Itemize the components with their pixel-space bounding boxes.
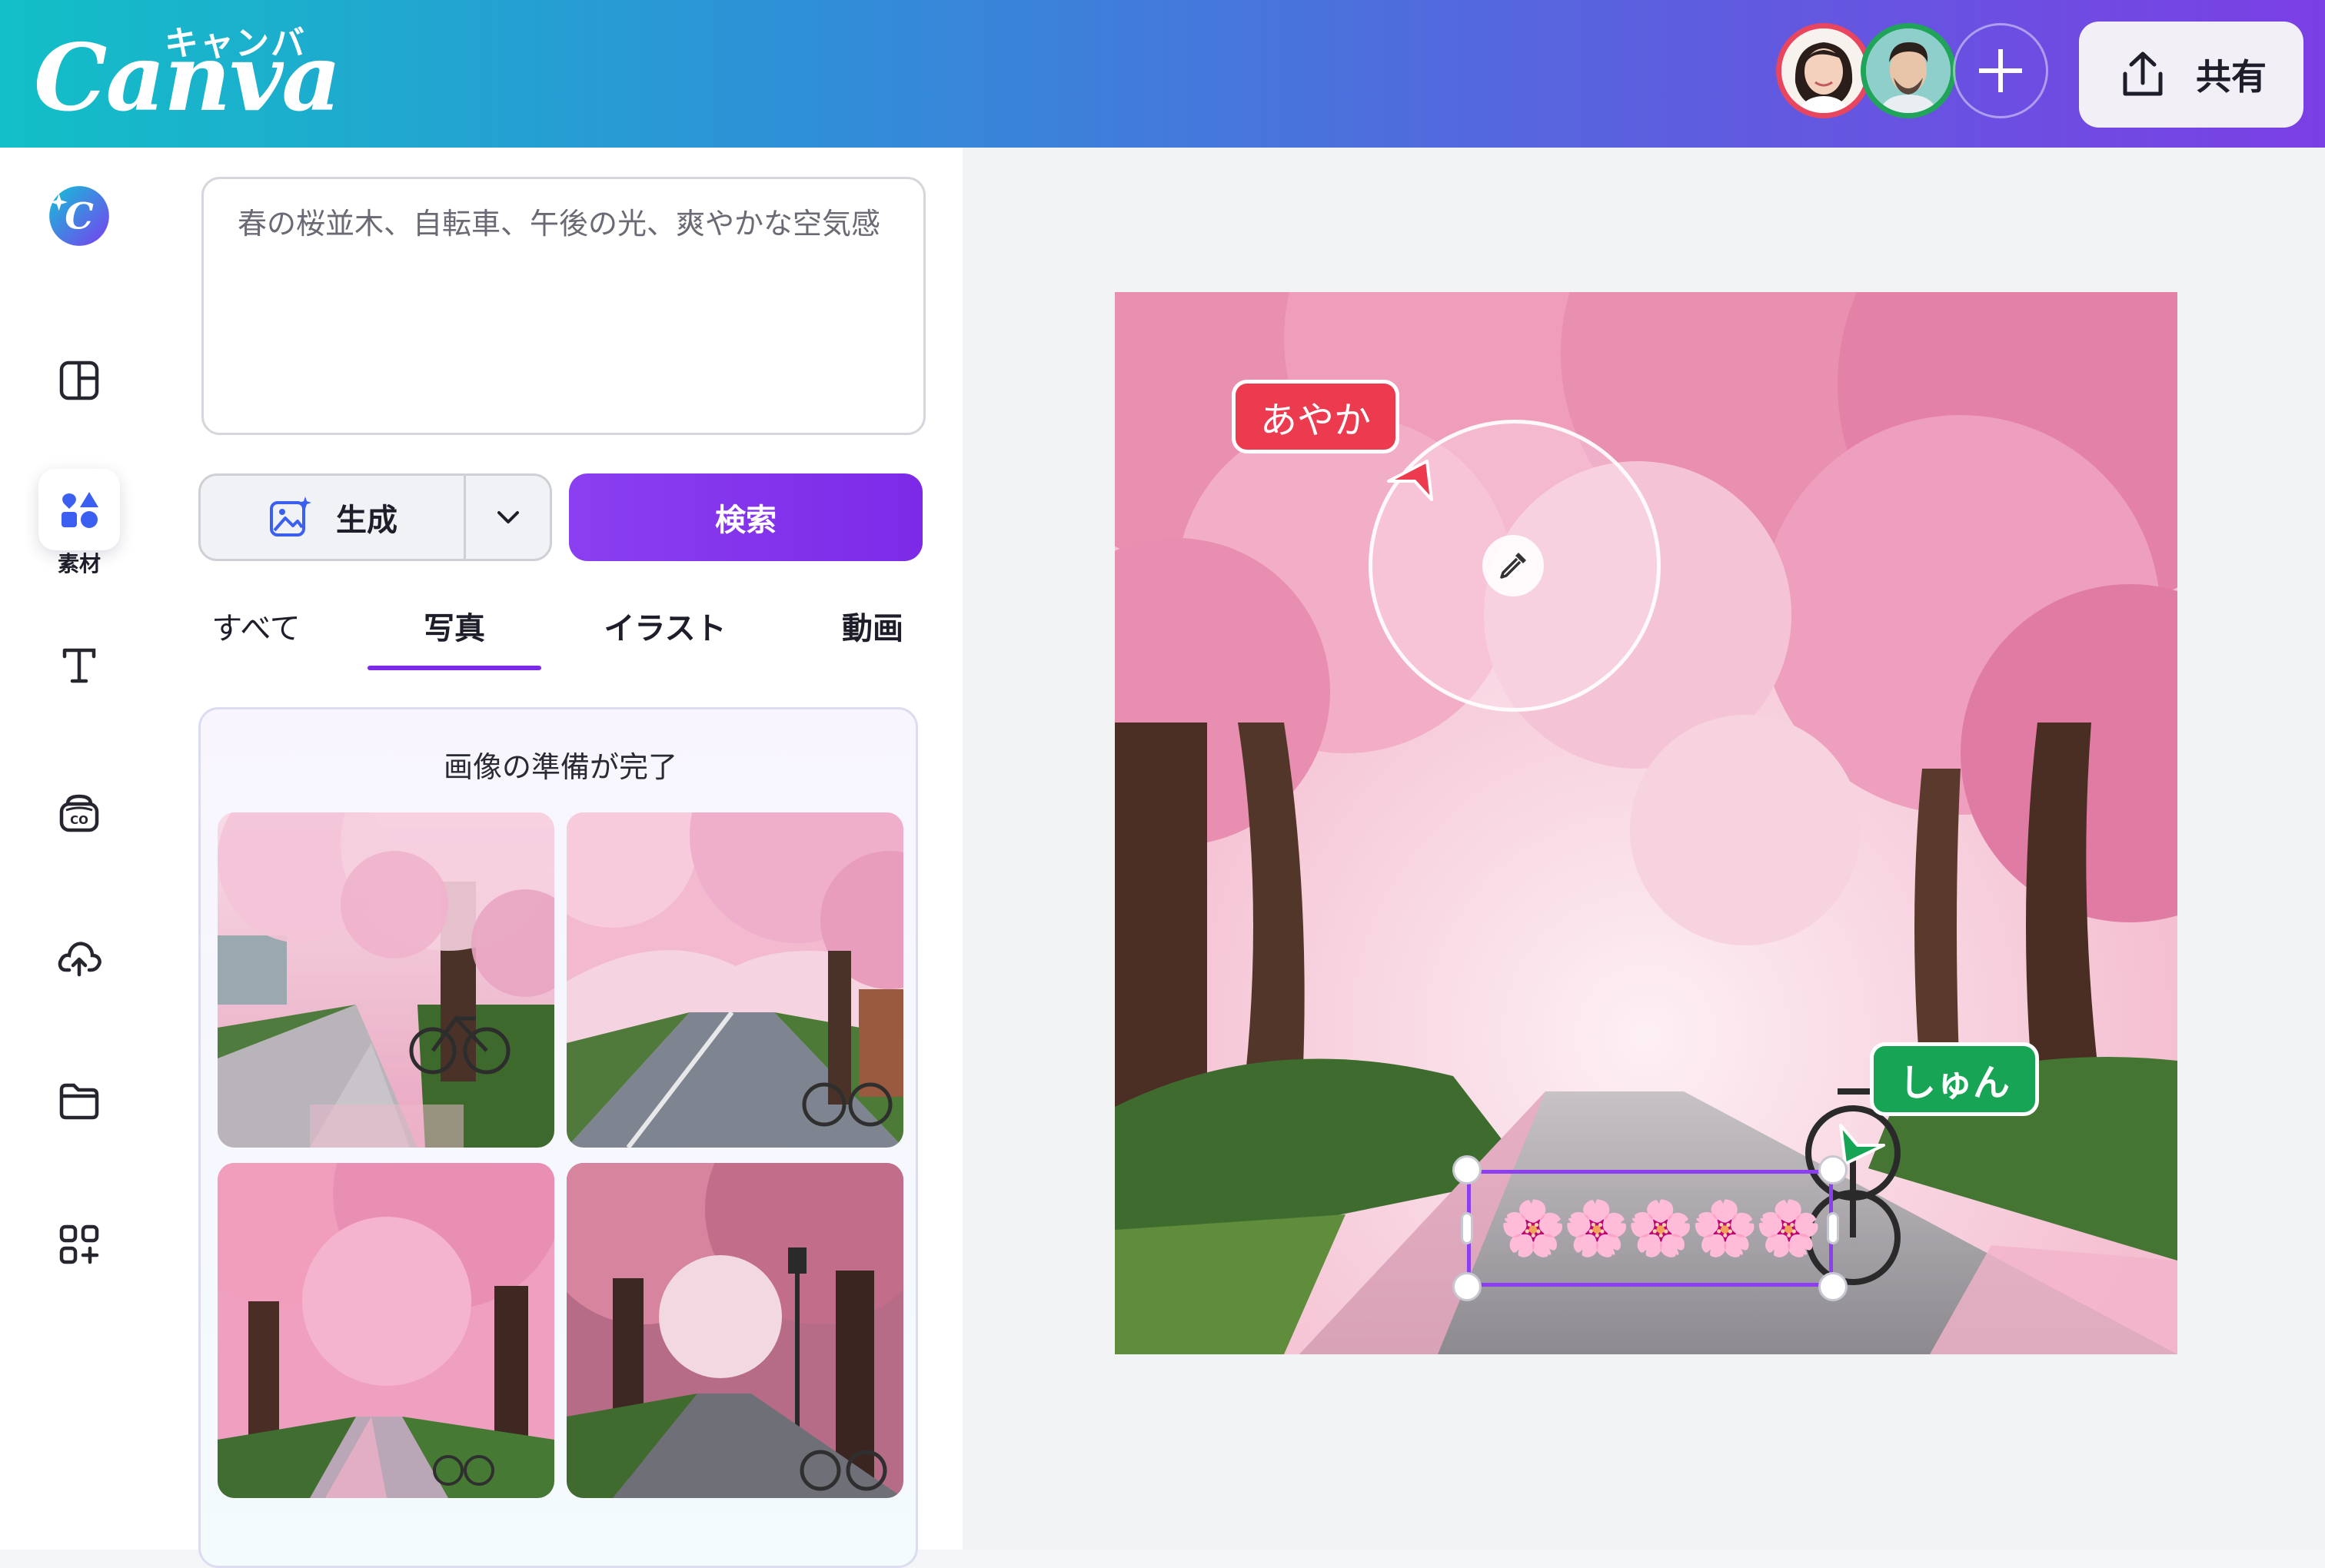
chevron-down-icon <box>497 511 519 523</box>
result-image-2[interactable] <box>567 812 903 1148</box>
rail-elements[interactable] <box>29 460 129 560</box>
collaborator-cursor-label-shun: しゅん <box>1870 1042 2039 1116</box>
generate-options-dropdown[interactable] <box>466 476 550 559</box>
text-t-icon <box>62 648 96 683</box>
logo-wordmark: Canva <box>34 24 341 132</box>
woman-avatar-icon <box>1781 28 1866 113</box>
brand-kit-icon: CO <box>59 794 99 832</box>
resize-handle-bottom-right[interactable] <box>1818 1272 1848 1301</box>
search-button[interactable]: 検索 <box>569 473 923 561</box>
share-button[interactable]: 共有 <box>2079 22 2303 128</box>
tab-illustrations[interactable]: イラスト <box>592 603 738 649</box>
tab-all[interactable]: すべて <box>198 603 314 649</box>
rail-uploads[interactable] <box>29 907 129 1007</box>
rail-elements-label: 素材 <box>57 551 101 576</box>
share-upload-icon <box>2123 51 2163 96</box>
svg-text:C: C <box>65 196 94 238</box>
apps-grid-icon <box>59 1224 99 1264</box>
folder-icon <box>59 1083 99 1120</box>
resize-handle-bottom-left[interactable] <box>1452 1272 1482 1301</box>
rail-brand[interactable]: CO <box>29 762 129 862</box>
man-avatar-icon <box>1866 28 1951 113</box>
generated-results-card: 画像の準備が完了 <box>198 707 918 1568</box>
resize-handle-right[interactable] <box>1827 1212 1839 1244</box>
resize-handle-top-left[interactable] <box>1452 1155 1482 1184</box>
layout-panel-icon <box>59 360 99 400</box>
generate-split-button: 生成 <box>198 473 552 561</box>
rail-projects[interactable] <box>29 1051 129 1151</box>
collaborator-avatar-ayaka[interactable] <box>1776 23 1871 118</box>
rail-text[interactable] <box>29 615 129 715</box>
active-tab-indicator <box>368 666 541 670</box>
eyedropper-icon <box>1482 535 1544 596</box>
cherry-blossom-photo-2 <box>567 812 903 1148</box>
left-rail: C 素材 CO <box>0 148 158 1550</box>
cherry-blossom-photo-1 <box>218 812 554 1148</box>
prompt-input[interactable]: 春の桜並木、自転車、午後の光、爽やかな空気感 <box>201 177 926 435</box>
resize-handle-left[interactable] <box>1461 1212 1473 1244</box>
add-collaborator-button[interactable] <box>1953 23 2048 118</box>
cursor-arrow-ayaka-icon <box>1387 460 1433 501</box>
tab-videos[interactable]: 動画 <box>830 603 915 649</box>
resize-handle-top-right[interactable] <box>1818 1155 1848 1184</box>
selected-blossom-text[interactable]: 🌸🌸🌸🌸🌸 <box>1499 1190 1822 1267</box>
elements-shapes-icon <box>62 492 98 528</box>
cloud-upload-icon <box>58 942 101 977</box>
rail-canva-ai[interactable]: C <box>29 166 129 266</box>
top-bar: キャンバ Canva 共有 <box>0 0 2325 148</box>
results-title: 画像の準備が完了 <box>443 750 677 784</box>
result-image-1[interactable] <box>218 812 554 1148</box>
svg-text:CO: CO <box>70 813 88 827</box>
canva-ai-icon: C <box>49 186 109 246</box>
canva-logo[interactable]: キャンバ Canva <box>34 15 341 131</box>
tab-photos[interactable]: 写真 <box>368 603 541 649</box>
cherry-blossom-photo-3 <box>218 1163 554 1498</box>
generate-label: 生成 <box>336 503 397 538</box>
cherry-blossom-photo-4 <box>567 1163 903 1498</box>
rail-apps[interactable] <box>29 1194 129 1294</box>
result-image-3[interactable] <box>218 1163 554 1498</box>
result-image-4[interactable] <box>567 1163 903 1498</box>
collaborator-avatar-shun[interactable] <box>1861 23 1956 118</box>
share-label: 共有 <box>2196 56 2267 98</box>
generate-button[interactable]: 生成 <box>201 476 464 559</box>
collaborator-cursor-label-ayaka: あやか <box>1232 380 1399 453</box>
ai-image-icon <box>270 497 311 537</box>
rail-design[interactable] <box>29 331 129 430</box>
